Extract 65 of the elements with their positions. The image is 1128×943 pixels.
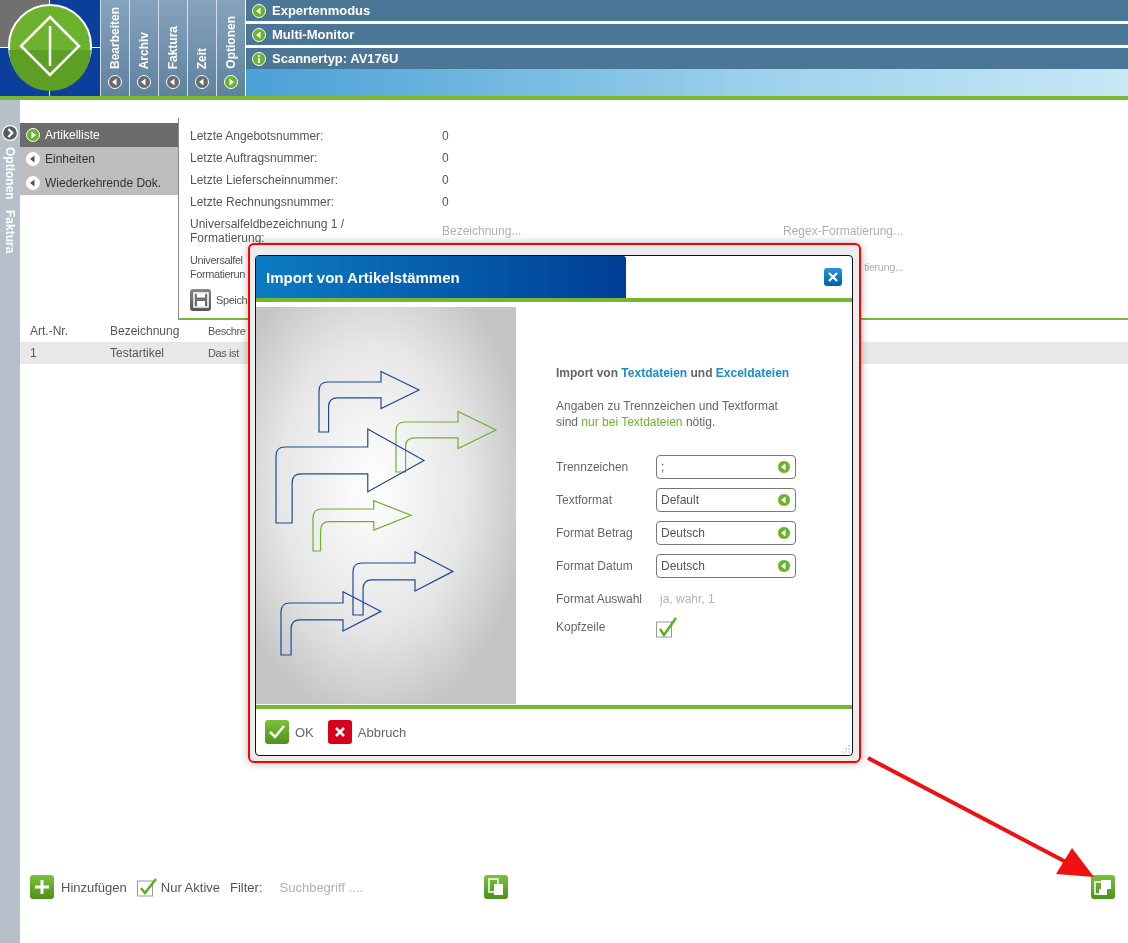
field-label: Kopfzeile	[556, 620, 607, 634]
menu-item[interactable]: Scannertyp: AV176U	[246, 48, 1128, 69]
text-field[interactable]: Bezeichnung...	[442, 224, 642, 238]
nav-item[interactable]: Einheiten	[20, 147, 178, 171]
import-button[interactable]	[1091, 875, 1115, 899]
setting-value: 0	[442, 151, 449, 165]
close-button[interactable]	[824, 268, 842, 286]
resize-grip-icon[interactable]	[842, 745, 850, 753]
documents-button[interactable]	[483, 875, 508, 899]
dialog-title: Import von Artikelstämmen	[256, 256, 626, 298]
checkbox-label[interactable]: Nur Aktive	[160, 879, 221, 895]
logo-drawing[interactable]	[0, 0, 100, 96]
table-cell: Das ist	[208, 347, 239, 359]
dropdown[interactable]: Deutsch	[656, 554, 796, 578]
filter-label: Filter:	[230, 879, 263, 895]
dropdown[interactable]: ;	[656, 455, 796, 479]
search-field[interactable]: Suchbegriff ....	[279, 879, 475, 895]
table-cell-text: 1	[30, 346, 38, 360]
checkbox[interactable]	[656, 616, 678, 638]
nav-tab[interactable]: Zeit	[187, 0, 216, 96]
chevron-icon	[2, 125, 18, 141]
setting-value: 0	[442, 129, 449, 143]
setting-label: Letzte Lieferscheinnummer:	[190, 173, 339, 187]
setting-label: Universalfeldbezeichnung 1 / Formatierung:	[190, 217, 345, 245]
save-button[interactable]	[190, 289, 211, 311]
text-field[interactable]: Regex-Formatierung...	[783, 224, 903, 238]
nav-item[interactable]: Wiederkehrende Dok.	[20, 171, 178, 195]
save-label: Speich	[216, 294, 248, 306]
documents-icon	[1094, 878, 1112, 896]
field-label: Textformat	[556, 493, 613, 507]
setting-value: 0	[442, 195, 449, 209]
dropdown[interactable]: Deutsch	[656, 521, 796, 545]
column-header[interactable]: Art.-Nr.	[30, 324, 110, 338]
setting-label: Letzte Angebotsnummer:	[190, 129, 324, 143]
close-icon	[334, 727, 345, 737]
ok-button[interactable]: OK	[265, 720, 314, 744]
setting-value: 0	[442, 173, 449, 187]
plus-icon	[35, 880, 49, 894]
nav-tab[interactable]: Bearbeiten	[100, 0, 129, 96]
column-header[interactable]: Bezeichnung	[110, 324, 208, 338]
setting-label: Universalfel Formatierun	[190, 253, 245, 281]
table-cell-text: Testartikel	[110, 346, 166, 360]
menu-item[interactable]: Multi-Monitor	[246, 24, 1128, 45]
cancel-button[interactable]: Abbruch	[327, 720, 407, 744]
dropdown[interactable]: Default	[656, 488, 796, 512]
checkmark-icon	[269, 725, 285, 739]
field-label: Format Auswahl	[556, 592, 644, 606]
dialog-heading: Import von Textdateien und Exceldateien	[556, 366, 791, 380]
field-label: Trennzeichen	[556, 460, 630, 474]
checkbox[interactable]	[136, 877, 158, 897]
add-button[interactable]: Hinzufügen	[30, 875, 127, 899]
documents-icon	[486, 878, 505, 896]
close-icon	[828, 272, 838, 282]
setting-label: Letzte Auftragsnummer:	[190, 151, 318, 165]
dialog-description: Angaben zu Trennzeichen und Textformat sind nur bei Textdateien nötig.	[556, 398, 779, 430]
setting-label: Letzte Rechnungsnummer:	[190, 195, 335, 209]
column-header[interactable]: Beschre	[208, 325, 246, 337]
field-label: Format Datum	[556, 559, 634, 573]
nav-tab[interactable]: Optionen	[216, 0, 245, 96]
nav-tab[interactable]: Archiv	[129, 0, 158, 96]
nav-tab[interactable]: Faktura	[158, 0, 187, 96]
field-label: Format Betrag	[556, 526, 634, 540]
nav-item[interactable]: Artikelliste	[20, 123, 178, 147]
info-icon	[252, 51, 266, 66]
menu-item[interactable]: Expertenmodus	[246, 0, 1128, 21]
